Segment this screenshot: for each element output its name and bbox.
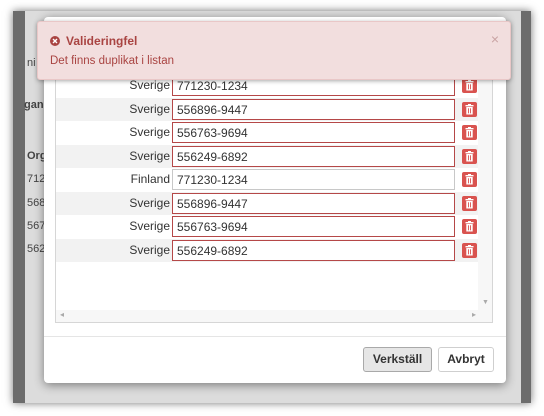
trash-icon[interactable] [462, 219, 477, 234]
list-row: Sverige 556249-6892 [56, 238, 479, 262]
orgnr-field[interactable]: 556249-6892 [172, 145, 455, 167]
country-label: Finland [130, 172, 170, 186]
org-list: Sverige 771230-1234 Sverige 556896-9447 Sver… [55, 73, 493, 323]
country-label: Sverige [129, 242, 170, 257]
validation-error-alert: Valideringfel Det finns duplikat i lista… [37, 21, 511, 80]
country-label: Sverige [129, 125, 170, 139]
background-text: 567 [27, 220, 46, 232]
country-label: Sverige [129, 219, 170, 233]
background-dim-right [521, 11, 531, 403]
country-label: Sverige [129, 195, 170, 210]
cancel-button[interactable]: Avbryt [438, 347, 494, 372]
list-row: Sverige 556896-9447 [56, 97, 479, 121]
list-row: Sverige 556763-9694 [56, 121, 479, 145]
modal-footer-divider [44, 336, 506, 337]
scroll-down-icon[interactable]: ▼ [482, 299, 489, 306]
background-dim-left [13, 11, 25, 403]
background-text: gan [24, 99, 44, 111]
background-text: 568 [27, 197, 46, 209]
country-label: Sverige [129, 78, 170, 92]
background-text: ni [27, 57, 36, 69]
list-row: Finland 771230-1234 [56, 168, 479, 192]
orgnr-field[interactable]: 556763-9694 [172, 122, 455, 143]
list-row: Sverige 556763-9694 [56, 215, 479, 239]
orgnr-field[interactable]: 556896-9447 [172, 192, 455, 214]
trash-icon[interactable] [462, 148, 477, 164]
background-text: 562 [27, 243, 46, 255]
alert-message: Det finns duplikat i listan [50, 55, 175, 67]
list-row: Sverige 556896-9447 [56, 191, 479, 215]
orgnr-field[interactable]: 556763-9694 [172, 216, 455, 237]
orgnr-field[interactable]: 556896-9447 [172, 98, 455, 120]
trash-icon[interactable] [462, 172, 477, 187]
apply-button[interactable]: Verkställ [363, 347, 432, 372]
close-icon[interactable]: × [491, 31, 499, 47]
trash-icon[interactable] [462, 242, 477, 258]
vertical-scrollbar[interactable]: ▼ [478, 74, 492, 322]
background-text: 712 [27, 173, 46, 185]
error-circle-icon [50, 36, 60, 46]
alert-title: Valideringfel [66, 34, 138, 48]
trash-icon[interactable] [462, 101, 477, 117]
horizontal-scrollbar[interactable]: ◂ ▸ [56, 310, 480, 322]
trash-icon[interactable] [462, 125, 477, 140]
list-row: Sverige 556249-6892 [56, 144, 479, 168]
scroll-left-icon[interactable]: ◂ [60, 310, 64, 319]
orgnr-field[interactable]: 556249-6892 [172, 239, 455, 261]
country-label: Sverige [129, 148, 170, 163]
orgnr-field[interactable]: 771230-1234 [172, 169, 455, 190]
country-label: Sverige [129, 101, 170, 116]
trash-icon[interactable] [462, 195, 477, 211]
trash-icon[interactable] [462, 78, 477, 93]
scroll-right-icon[interactable]: ▸ [472, 310, 476, 319]
